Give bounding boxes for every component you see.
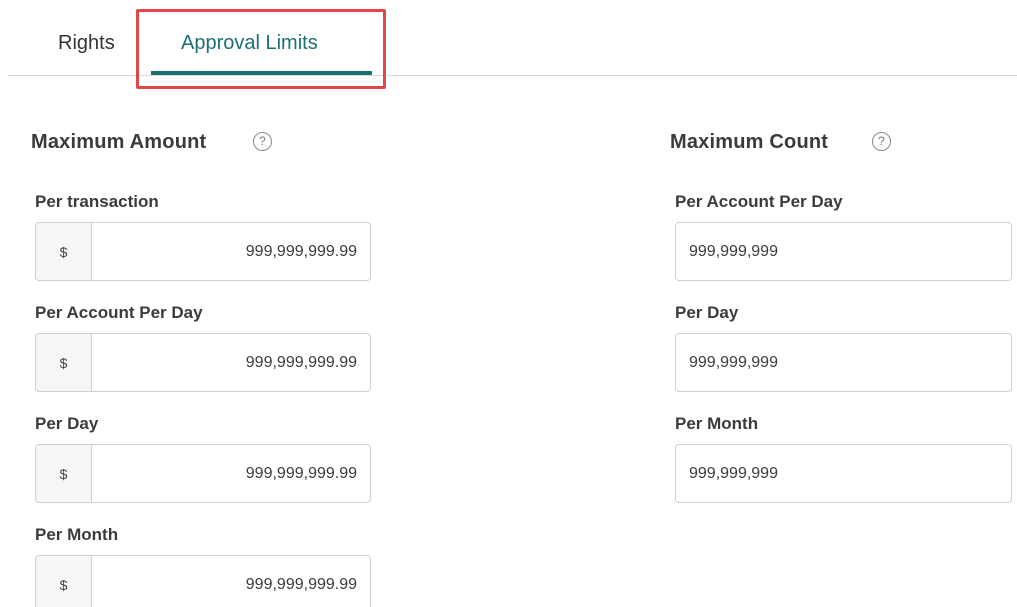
amount-per-month-label: Per Month bbox=[35, 525, 119, 544]
count-per-month-label: Per Month bbox=[675, 414, 759, 433]
count-per-account-per-day-label: Per Account Per Day bbox=[675, 192, 843, 211]
count-per-day-input[interactable] bbox=[675, 333, 1012, 392]
tab-highlight-box bbox=[136, 9, 386, 89]
amount-per-transaction-input[interactable] bbox=[92, 223, 370, 280]
amount-per-account-per-day-label: Per Account Per Day bbox=[35, 303, 203, 322]
tab-rights[interactable]: Rights bbox=[58, 30, 115, 56]
amount-per-day-input[interactable] bbox=[92, 445, 370, 502]
approval-limits-panel: Rights Approval Limits Maximum Amount ? … bbox=[0, 0, 1017, 607]
amount-per-transaction-field: $ bbox=[35, 222, 371, 281]
count-per-account-per-day-input[interactable] bbox=[675, 222, 1012, 281]
amount-per-account-per-day-input[interactable] bbox=[92, 334, 370, 391]
amount-per-account-per-day-field: $ bbox=[35, 333, 371, 392]
maximum-amount-help-icon[interactable]: ? bbox=[253, 132, 272, 151]
count-per-month-input[interactable] bbox=[675, 444, 1012, 503]
maximum-count-title: Maximum Count bbox=[670, 131, 829, 153]
amount-per-month-input[interactable] bbox=[92, 556, 370, 607]
currency-prefix: $ bbox=[36, 334, 92, 391]
amount-per-transaction-label: Per transaction bbox=[35, 192, 159, 211]
currency-prefix: $ bbox=[36, 445, 92, 502]
amount-per-day-field: $ bbox=[35, 444, 371, 503]
amount-per-month-field: $ bbox=[35, 555, 371, 607]
amount-per-day-label: Per Day bbox=[35, 414, 99, 433]
maximum-count-help-icon[interactable]: ? bbox=[872, 132, 891, 151]
currency-prefix: $ bbox=[36, 223, 92, 280]
count-per-day-label: Per Day bbox=[675, 303, 739, 322]
maximum-amount-title: Maximum Amount bbox=[31, 131, 207, 153]
currency-prefix: $ bbox=[36, 556, 92, 607]
